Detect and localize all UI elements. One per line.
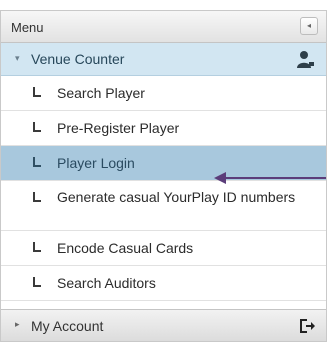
expand-arrow-icon: ▾ [15,53,20,63]
tree-branch-icon [33,277,41,287]
menu-item-search-player[interactable]: Search Player [1,76,326,111]
menu-group-my-account[interactable]: ▸ My Account [1,309,326,341]
menu-item-label: Search Auditors [57,275,156,291]
venue-counter-label: Venue Counter [31,51,125,67]
logout-icon[interactable] [298,317,316,335]
user-icon [297,51,314,68]
collapsed-arrow-icon: ▸ [15,319,20,329]
menu-item-label: Generate casual YourPlay ID numbers [57,189,296,205]
menu-item-label: Player Login [57,155,135,171]
tree-branch-icon [33,242,41,252]
menu-item-generate-casual-yourplay-id[interactable]: Generate casual YourPlay ID numbers [1,181,326,231]
my-account-label: My Account [31,318,104,334]
tree-branch-icon [33,192,41,202]
menu-group-venue-counter[interactable]: ▾ Venue Counter [1,43,326,76]
annotation-arrow-icon [214,172,326,184]
collapse-arrow-icon: ◂ [306,21,311,30]
menu-item-label: Encode Casual Cards [57,240,194,256]
menu-item-encode-casual-cards[interactable]: Encode Casual Cards [1,231,326,266]
tree-branch-icon [33,87,41,97]
menu-header: Menu ◂ [1,11,326,43]
tree-branch-icon [33,157,41,167]
collapse-menu-button[interactable]: ◂ [300,17,318,35]
menu-item-pre-register-player[interactable]: Pre-Register Player [1,111,326,146]
menu-title: Menu [11,20,44,35]
menu-item-search-auditors[interactable]: Search Auditors [1,266,326,301]
tree-branch-icon [33,122,41,132]
menu-item-label: Search Player [57,85,145,101]
menu-item-label: Pre-Register Player [57,120,180,136]
